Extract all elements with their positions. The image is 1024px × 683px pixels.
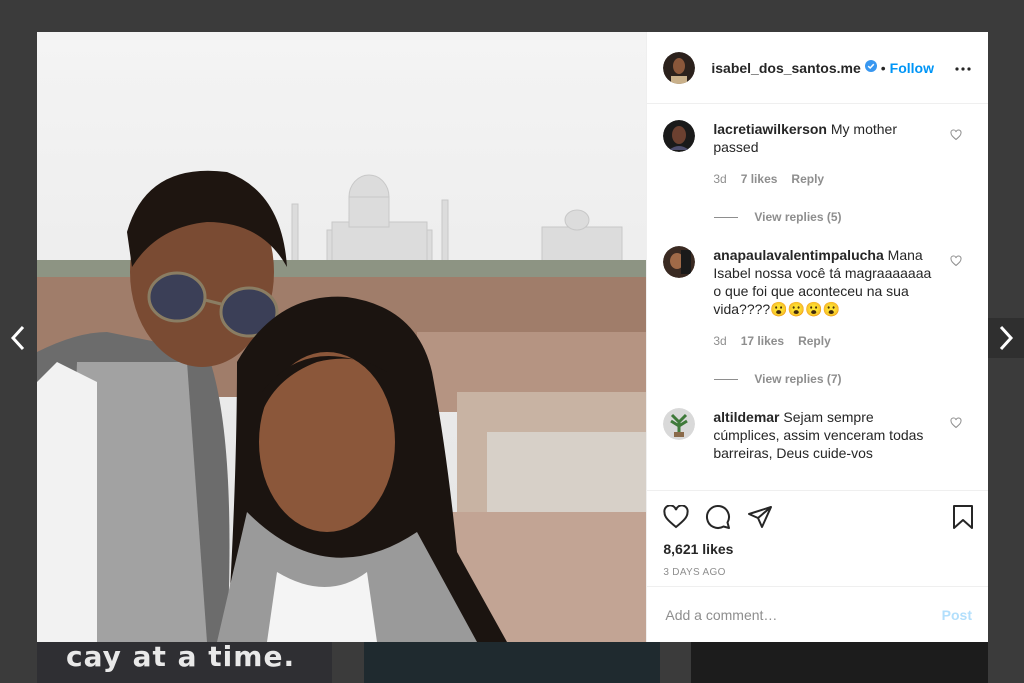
comment-like-button[interactable]: [950, 416, 962, 434]
comments-list[interactable]: lacretiawilkerson My mother passed 3d 7 …: [647, 104, 988, 490]
post-actions: 8,621 likes 3 DAYS AGO: [647, 490, 988, 586]
comment-time[interactable]: 3d: [713, 170, 726, 188]
comment-item: altildemar Sejam sempre cúmplices, assim…: [663, 408, 972, 462]
verified-badge-icon: [864, 59, 877, 77]
comments-panel: isabel_dos_santos.me • Follow lacretiawi…: [646, 32, 988, 642]
post-photo[interactable]: [37, 32, 647, 642]
commenter-avatar[interactable]: [663, 246, 696, 278]
share-button[interactable]: [747, 505, 773, 529]
separator-dot: •: [880, 59, 886, 76]
background-tile: [691, 642, 988, 683]
comment-time[interactable]: 3d: [713, 332, 726, 350]
bookmark-icon: [953, 505, 973, 529]
heart-icon: [663, 505, 689, 529]
comment-username[interactable]: lacretiawilkerson: [713, 121, 827, 137]
comment-likes[interactable]: 17 likes: [741, 332, 784, 350]
follow-button[interactable]: Follow: [890, 60, 934, 76]
comment-button[interactable]: [705, 504, 731, 530]
commenter-avatar[interactable]: [663, 408, 696, 440]
view-replies-label: View replies (7): [754, 372, 842, 386]
heart-icon: [950, 129, 962, 141]
more-options-button[interactable]: [954, 59, 972, 77]
background-story-text: cay at a time.: [66, 640, 296, 673]
like-count[interactable]: 8,621 likes: [663, 541, 974, 557]
comment-icon: [706, 505, 731, 529]
next-post-button[interactable]: [988, 318, 1024, 358]
more-icon: [955, 66, 971, 71]
comment-item: lacretiawilkerson My mother passed 3d 7 …: [663, 120, 972, 188]
replies-divider: [714, 216, 739, 218]
post-comment-button[interactable]: Post: [942, 607, 972, 623]
post-date[interactable]: 3 DAYS AGO: [663, 567, 974, 578]
replies-divider: [714, 378, 739, 380]
comment-like-button[interactable]: [950, 128, 962, 146]
heart-icon: [950, 417, 962, 429]
share-icon: [748, 506, 773, 528]
reply-button[interactable]: Reply: [798, 332, 831, 350]
comment-like-button[interactable]: [950, 254, 962, 272]
background-tile: [364, 642, 660, 683]
author-avatar[interactable]: [663, 51, 696, 84]
save-button[interactable]: [952, 504, 974, 530]
post-header: isabel_dos_santos.me • Follow: [647, 32, 988, 104]
view-replies-label: View replies (5): [754, 210, 842, 224]
add-comment-bar: Post: [647, 586, 988, 642]
reply-button[interactable]: Reply: [791, 170, 824, 188]
commenter-avatar[interactable]: [663, 120, 696, 152]
author-username[interactable]: isabel_dos_santos.me: [711, 60, 860, 76]
like-button[interactable]: [663, 505, 689, 529]
previous-post-button[interactable]: [0, 318, 36, 358]
heart-icon: [950, 255, 962, 267]
post-modal: isabel_dos_santos.me • Follow lacretiawi…: [37, 32, 988, 642]
comment-item: anapaulavalentimpalucha Mana Isabel noss…: [663, 246, 972, 350]
view-replies-button[interactable]: View replies (5): [714, 210, 972, 224]
comment-likes[interactable]: 7 likes: [741, 170, 778, 188]
comment-username[interactable]: altildemar: [713, 409, 779, 425]
comment-username[interactable]: anapaulavalentimpalucha: [713, 247, 883, 263]
comment-input[interactable]: [663, 605, 942, 624]
chevron-right-icon: [999, 325, 1014, 351]
view-replies-button[interactable]: View replies (7): [714, 372, 972, 386]
chevron-left-icon: [10, 325, 25, 351]
